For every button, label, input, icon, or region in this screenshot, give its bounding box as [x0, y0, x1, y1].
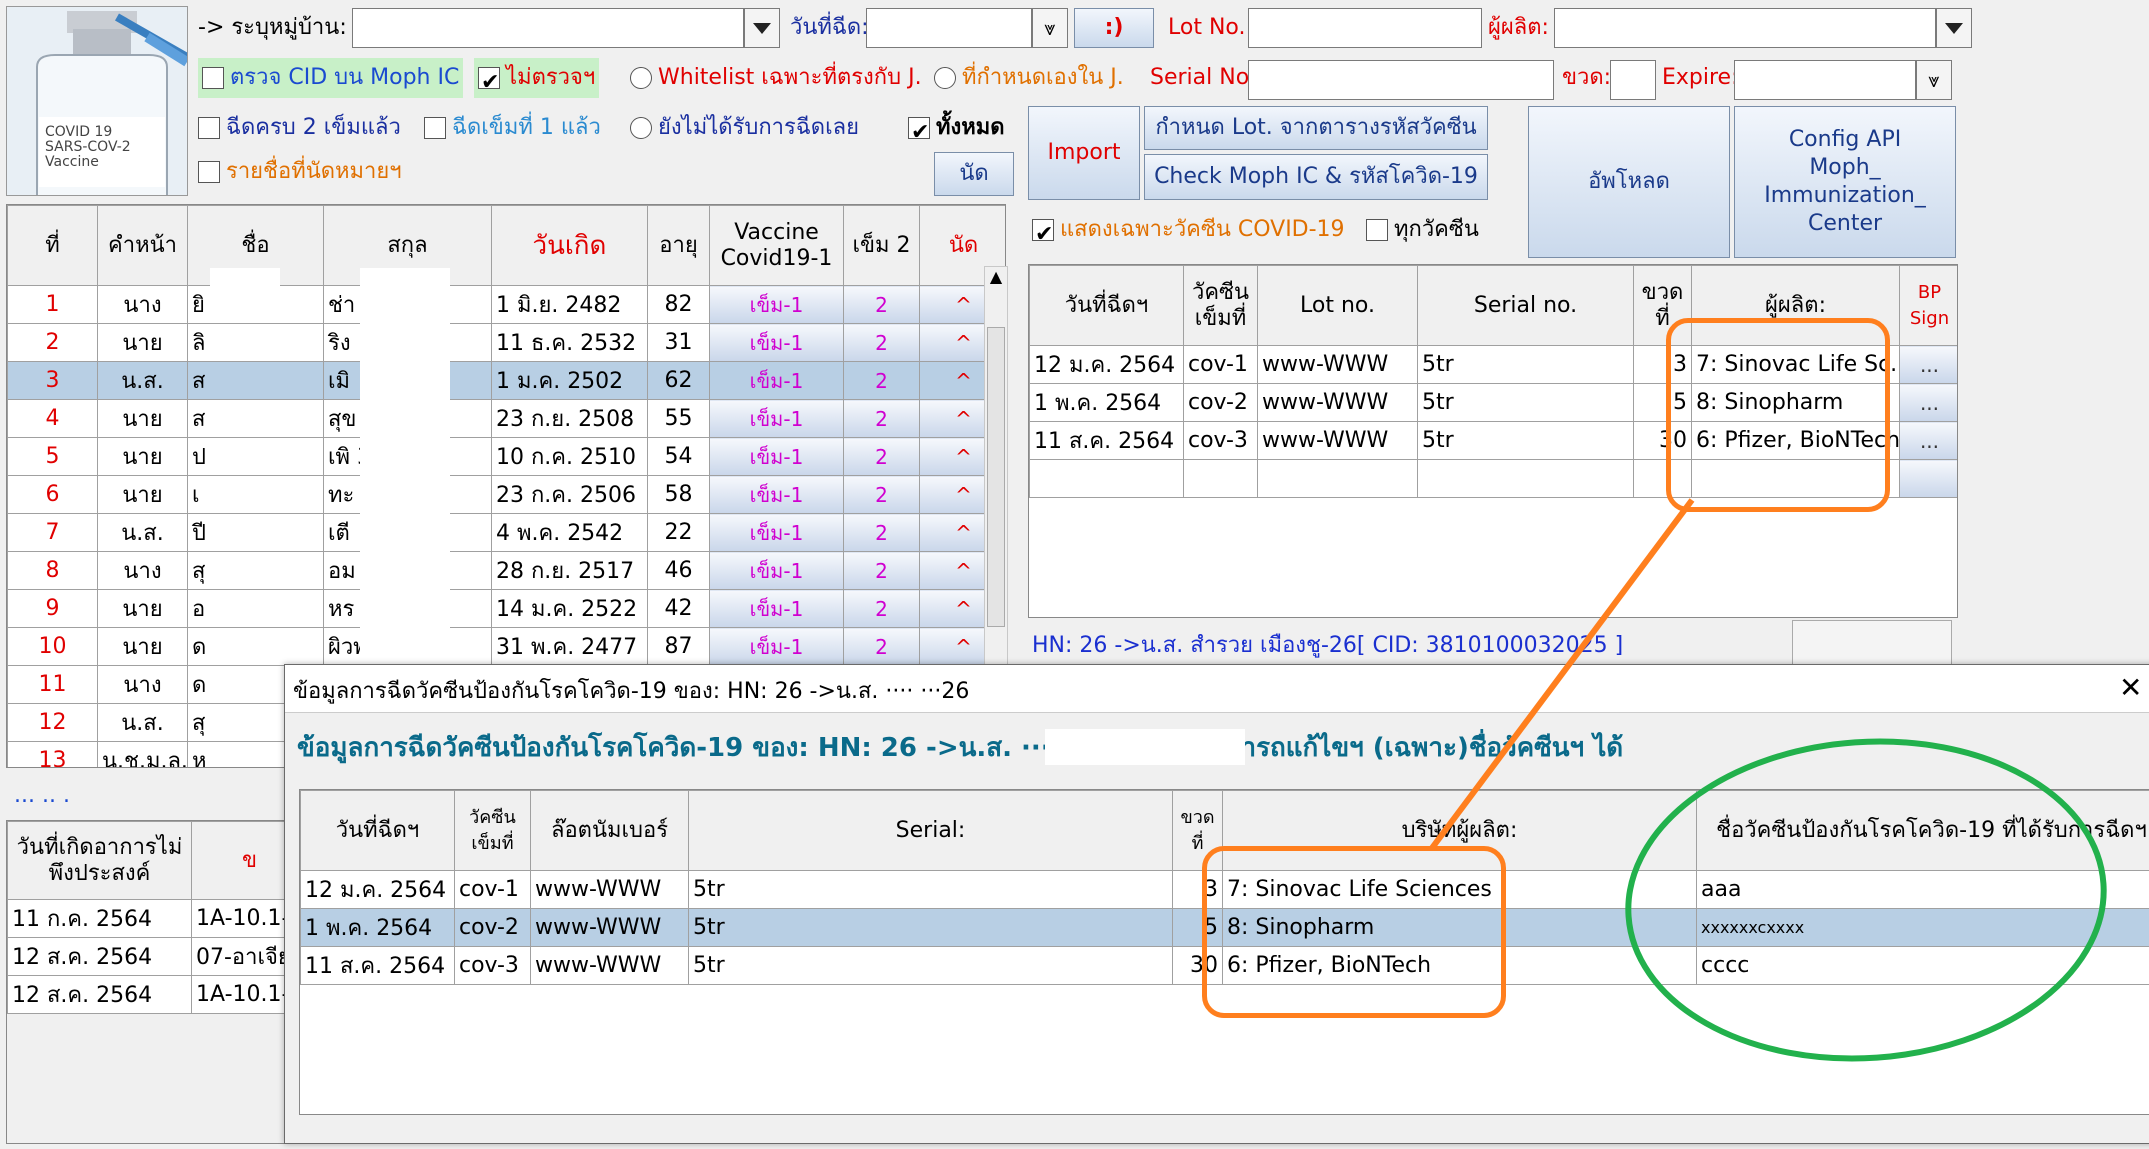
annotation-green-ellipse	[1625, 738, 2107, 1062]
annotation-overlay	[1429, 498, 2107, 1062]
annotation-arrow-line	[1429, 498, 1695, 850]
